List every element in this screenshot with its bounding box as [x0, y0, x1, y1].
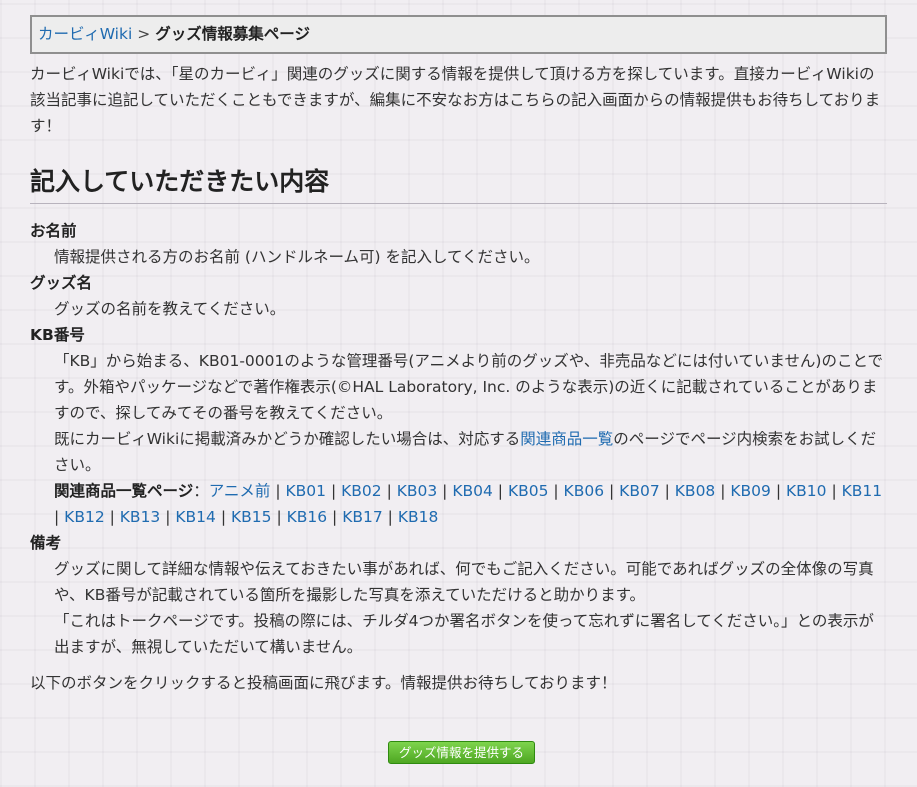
related-link-kb01[interactable]: KB01: [286, 482, 327, 500]
related-link-separator: |: [492, 482, 508, 500]
related-products-colon: ：: [193, 482, 209, 500]
breadcrumb-link-kirby-wiki[interactable]: カービィWiki: [38, 25, 132, 43]
related-link-separator: |: [604, 482, 620, 500]
related-link-kb11[interactable]: KB11: [842, 482, 883, 500]
related-link-separator: |: [548, 482, 564, 500]
related-link-separator: |: [326, 482, 342, 500]
related-link-kb03[interactable]: KB03: [397, 482, 438, 500]
main-content: カービィWiki > グッズ情報募集ページ カービィWikiでは、「星のカービィ」関…: [30, 15, 887, 712]
field-desc-notes: グッズに関して詳細な情報や伝えておきたい事があれば、何でもご記入ください。可能で…: [54, 560, 874, 604]
field-label-kb: KB番号: [30, 326, 85, 344]
related-link-separator: |: [382, 508, 398, 526]
related-link-separator: |: [104, 508, 120, 526]
related-link-separator: |: [770, 482, 786, 500]
related-products-pages: 関連商品一覧ページ：アニメ前 | KB01 | KB02 | KB03 | KB…: [54, 478, 887, 530]
related-link-kb16[interactable]: KB16: [287, 508, 328, 526]
related-link-kb18[interactable]: KB18: [398, 508, 439, 526]
related-link-separator: |: [327, 508, 343, 526]
submit-area: グッズ情報を提供する: [388, 741, 536, 764]
field-desc-kb-check: 既にカービィWikiに掲載済みかどうか確認したい場合は、対応する関連商品一覧のペ…: [54, 426, 887, 478]
related-link-kb13[interactable]: KB13: [120, 508, 161, 526]
related-link-kb08[interactable]: KB08: [675, 482, 716, 500]
related-link-kb17[interactable]: KB17: [342, 508, 383, 526]
related-link-separator: |: [437, 482, 453, 500]
related-link-separator: |: [659, 482, 675, 500]
related-link-kb14[interactable]: KB14: [175, 508, 216, 526]
related-link-separator: |: [54, 508, 65, 526]
field-label-name: お名前: [30, 222, 77, 240]
breadcrumb: カービィWiki > グッズ情報募集ページ: [30, 15, 887, 54]
field-desc-notes-talk: 「これはトークページです。投稿の際には、チルダ4つか署名ボタンを使って忘れずに署…: [54, 612, 874, 656]
related-link-separator: |: [160, 508, 176, 526]
related-link-separator: |: [826, 482, 842, 500]
related-link-separator: |: [381, 482, 397, 500]
related-link-kb06[interactable]: KB06: [564, 482, 605, 500]
related-link-kb15[interactable]: KB15: [231, 508, 272, 526]
intro-text: カービィWikiでは、「星のカービィ」関連のグッズに関する情報を提供して頂ける方…: [30, 65, 881, 135]
related-link-separator: |: [715, 482, 731, 500]
field-desc-goods: グッズの名前を教えてください。: [54, 300, 286, 318]
related-link-kb04[interactable]: KB04: [452, 482, 493, 500]
field-list: お名前 情報提供される方のお名前 (ハンドルネーム可) を記入してください。 グ…: [30, 218, 887, 660]
related-link-separator: |: [271, 508, 287, 526]
related-link-kb07[interactable]: KB07: [619, 482, 660, 500]
kb-check-text-pre: 既にカービィWikiに掲載済みかどうか確認したい場合は、対応する: [54, 430, 521, 448]
footer-note: 以下のボタンをクリックすると投稿画面に飛びます。情報提供お待ちしております！: [30, 674, 617, 692]
related-link-anime-mae[interactable]: アニメ前: [209, 482, 271, 500]
related-link-kb10[interactable]: KB10: [786, 482, 827, 500]
related-products-label: 関連商品一覧ページ: [54, 482, 194, 500]
related-products-link[interactable]: 関連商品一覧: [520, 430, 613, 448]
breadcrumb-current-page: グッズ情報募集ページ: [155, 25, 310, 43]
field-label-notes: 備考: [30, 534, 62, 552]
related-link-separator: |: [270, 482, 286, 500]
related-link-kb02[interactable]: KB02: [341, 482, 382, 500]
field-label-goods: グッズ名: [30, 274, 93, 292]
field-desc-kb: 「KB」から始まる、KB01-0001のような管理番号(アニメより前のグッズや、…: [54, 352, 883, 422]
related-link-kb05[interactable]: KB05: [508, 482, 549, 500]
submit-goods-info-button[interactable]: グッズ情報を提供する: [388, 741, 536, 764]
related-link-separator: |: [215, 508, 231, 526]
section-heading: 記入していただきたい内容: [30, 165, 887, 204]
field-desc-name: 情報提供される方のお名前 (ハンドルネーム可) を記入してください。: [54, 248, 540, 266]
related-link-kb12[interactable]: KB12: [64, 508, 105, 526]
related-link-kb09[interactable]: KB09: [730, 482, 771, 500]
breadcrumb-separator: >: [137, 25, 151, 43]
